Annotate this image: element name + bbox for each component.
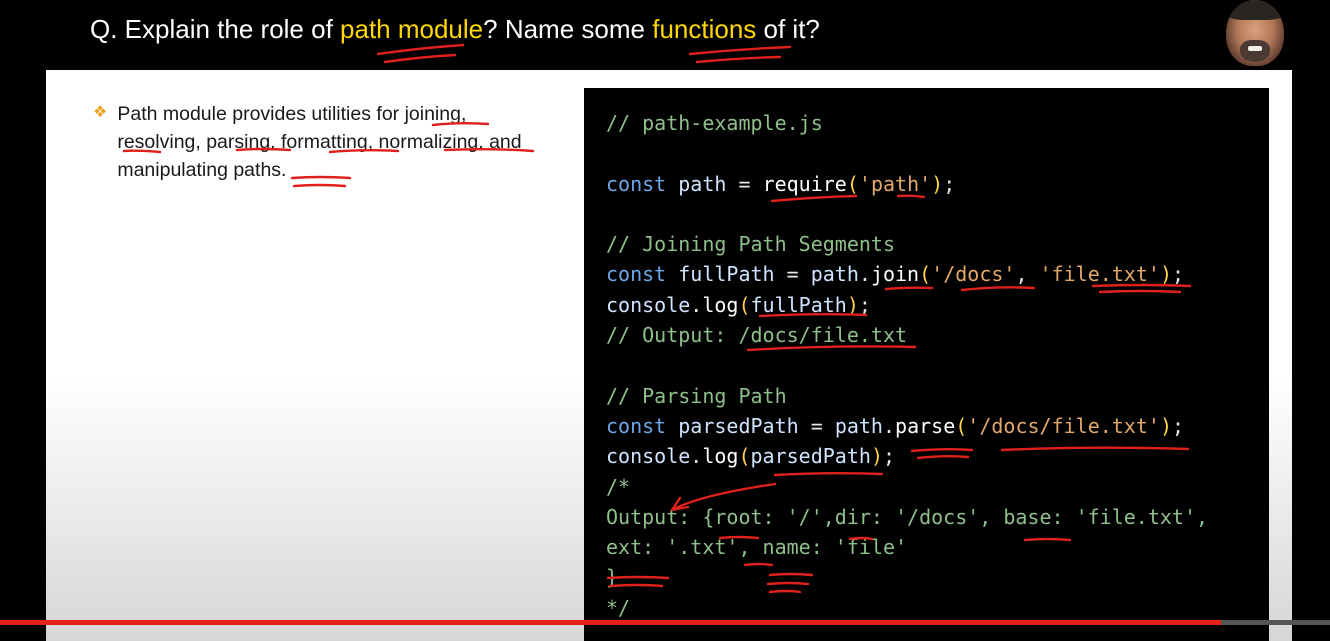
code-token: ext: '.txt', name: 'file' (606, 535, 908, 560)
code-line: ext: '.txt', name: 'file' (606, 535, 907, 559)
code-token: ; (882, 444, 896, 469)
code-token: const (606, 413, 667, 438)
code-token: ) (1159, 262, 1173, 287)
code-token: . (690, 292, 703, 317)
code-token: ( (738, 292, 751, 317)
code-token: log (702, 292, 739, 317)
code-token: . (858, 262, 871, 287)
code-token: } (606, 565, 619, 590)
question-highlight-path-module: path module (340, 14, 484, 44)
code-token: // Output: /docs/file.txt (606, 323, 908, 348)
question-middle: ? Name some (483, 14, 653, 44)
bullet-text: Path module provides utilities for joini… (117, 103, 522, 181)
code-line: // Parsing Path (606, 384, 787, 408)
code-token: , (1015, 262, 1040, 287)
code-token: ; (943, 171, 956, 196)
code-token: ) (870, 444, 883, 469)
code-token: ) (1159, 413, 1172, 438)
diamond-bullet-icon: ❖ (93, 102, 108, 121)
code-token: ( (846, 171, 859, 196)
code-token: ( (955, 413, 968, 438)
code-token: console (606, 444, 691, 469)
code-line: } (606, 565, 618, 589)
code-token: path (678, 171, 727, 196)
video-progress-track[interactable] (0, 620, 1330, 625)
code-token: '/docs/file.txt' (967, 413, 1160, 438)
code-token: 'file.txt' (1039, 262, 1160, 287)
code-token: fullPath (678, 262, 775, 287)
code-token: ) (931, 171, 944, 196)
code-token: */ (606, 595, 631, 620)
code-token: ; (1172, 413, 1185, 438)
bullet-point: ❖ Path module provides utilities for joi… (93, 100, 533, 184)
video-progress-fill (0, 620, 1221, 625)
code-panel: // path-example.js const path = require(… (584, 88, 1269, 641)
code-line: // path-example.js (606, 111, 823, 135)
question-prefix: Q. Explain the role of (90, 14, 341, 44)
code-token: parsedPath (750, 444, 871, 469)
code-line: // Joining Path Segments (606, 232, 895, 256)
code-line: const fullPath = path.join('/docs', 'fil… (606, 262, 1184, 286)
code-token: console (606, 292, 691, 317)
code-token: ( (919, 262, 932, 287)
code-token: // Joining Path Segments (606, 232, 895, 257)
code-token: '/docs' (931, 262, 1016, 287)
code-token: path (834, 413, 883, 438)
code-token: fullPath (750, 292, 847, 317)
code-line: console.log(fullPath); (606, 293, 871, 317)
code-token: = (798, 413, 835, 438)
code-token: ) (846, 292, 859, 317)
question-title: Q. Explain the role of path module? Name… (90, 14, 820, 45)
code-token: // Parsing Path (606, 383, 787, 408)
code-line: */ (606, 596, 630, 620)
code-token: . (690, 444, 703, 469)
code-token: ; (1172, 262, 1185, 287)
code-line: console.log(parsedPath); (606, 444, 895, 468)
code-token: require (762, 171, 847, 196)
code-token: ( (738, 444, 751, 469)
code-line: // Output: /docs/file.txt (606, 323, 907, 347)
code-line: const parsedPath = path.parse('/docs/fil… (606, 414, 1184, 438)
code-token: ; (858, 292, 871, 317)
code-block: // path-example.js const path = require(… (606, 108, 1208, 623)
code-token: /* (606, 474, 631, 499)
code-line: Output: {root: '/',dir: '/docs', base: '… (606, 505, 1208, 529)
code-line: const path = require('path'); (606, 172, 955, 196)
title-bar: Q. Explain the role of path module? Name… (0, 0, 1330, 70)
code-token: // path-example.js (606, 111, 823, 135)
code-token: 'path' (858, 171, 932, 196)
code-token: parse (895, 413, 956, 438)
presenter-avatar (1226, 0, 1284, 66)
code-line: /* (606, 475, 630, 499)
question-suffix: of it? (756, 14, 820, 44)
code-token: path (810, 262, 859, 287)
code-token: = (774, 262, 811, 287)
code-token: Output: {root: '/',dir: '/docs', base: '… (606, 504, 1209, 529)
question-highlight-functions: functions (652, 14, 757, 44)
code-token: const (606, 171, 667, 196)
code-token: parsedPath (678, 413, 799, 438)
code-token: . (882, 413, 896, 438)
code-token: const (606, 262, 667, 287)
code-token: = (726, 171, 763, 196)
code-token: log (702, 444, 739, 469)
code-token: join (870, 262, 920, 287)
